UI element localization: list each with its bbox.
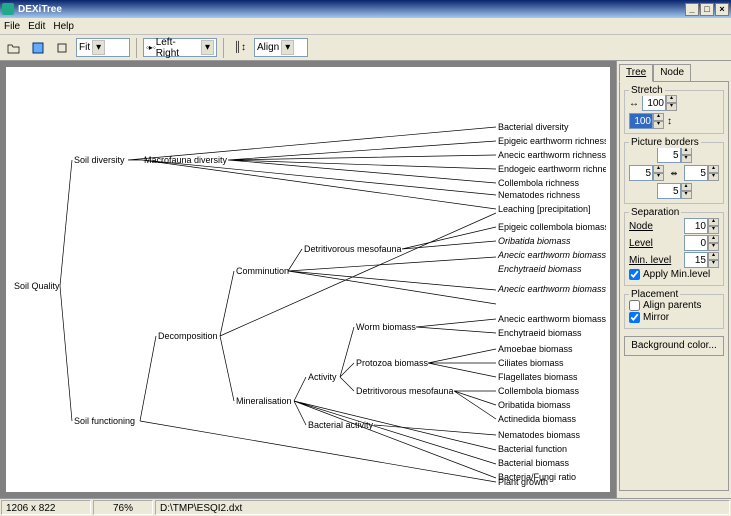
svg-text:Macrofauna diversity: Macrofauna diversity (144, 155, 228, 165)
svg-text:Oribatida biomass: Oribatida biomass (498, 400, 571, 410)
chevron-down-icon[interactable]: ▾ (201, 40, 214, 55)
svg-text:Bacterial activity: Bacterial activity (308, 420, 374, 430)
svg-text:Bacterial biomass: Bacterial biomass (498, 458, 570, 468)
svg-text:Ciliates biomass: Ciliates biomass (498, 358, 564, 368)
svg-text:Mineralisation: Mineralisation (236, 396, 292, 406)
sep-min[interactable]: ▴▾ (684, 252, 719, 268)
svg-text:Flagellates biomass: Flagellates biomass (498, 372, 578, 382)
svg-text:Activity: Activity (308, 372, 337, 382)
stretch-h-icon: ↔ (629, 98, 639, 109)
apply-min-checkbox[interactable]: Apply Min.level (629, 269, 719, 280)
titlebar: DEXiTree _ □ × (0, 0, 731, 18)
svg-text:Enchytraeid biomass: Enchytraeid biomass (498, 264, 582, 274)
borders-group: Picture borders ▴▾ ▴▾ ⇹ ▴▾ ▴▾ (624, 142, 724, 204)
svg-text:Oribatida biomass: Oribatida biomass (498, 236, 571, 246)
stretch-v-icon: ↕ (667, 116, 672, 127)
open-icon[interactable] (4, 38, 24, 58)
tab-tree[interactable]: Tree (619, 64, 653, 82)
mirror-checkbox[interactable]: Mirror (629, 312, 719, 323)
align-icon[interactable]: ║↕ (230, 38, 250, 58)
border-diagram-icon: ⇹ (671, 169, 678, 178)
svg-text:Worm biomass: Worm biomass (356, 322, 416, 332)
border-top[interactable]: ▴▾ (657, 147, 692, 163)
menu-edit[interactable]: Edit (28, 21, 45, 32)
svg-text:Bacterial diversity: Bacterial diversity (498, 122, 569, 132)
status-zoom: 76% (93, 500, 153, 515)
tree-canvas[interactable]: Soil Quality Soil diversity Macrofauna d… (6, 67, 610, 492)
svg-text:Collembola richness: Collembola richness (498, 178, 580, 188)
svg-text:Epigeic earthworm richness: Epigeic earthworm richness (498, 136, 606, 146)
svg-text:Enchytraeid biomass: Enchytraeid biomass (498, 328, 582, 338)
stretch-x-input[interactable]: ▴▾ (642, 95, 677, 111)
svg-text:Nematodes biomass: Nematodes biomass (498, 430, 581, 440)
layout-select[interactable]: ◦▸◦ Left-Right▾ (143, 38, 217, 57)
toggle-icon[interactable] (52, 38, 72, 58)
svg-text:Comminution: Comminution (236, 266, 289, 276)
align-select[interactable]: Align▾ (254, 38, 308, 57)
svg-text:Soil diversity: Soil diversity (74, 155, 125, 165)
bg-color-button[interactable]: Background color... (624, 336, 724, 356)
svg-text:Anecic earthworm biomass: Anecic earthworm biomass (498, 314, 606, 324)
svg-text:Nematodes richness: Nematodes richness (498, 190, 581, 200)
chevron-down-icon[interactable]: ▾ (92, 40, 105, 55)
menu-file[interactable]: File (4, 21, 20, 32)
border-bottom[interactable]: ▴▾ (657, 183, 692, 199)
svg-text:Anecic earthworm richness: Anecic earthworm richness (498, 150, 606, 160)
tab-node[interactable]: Node (653, 64, 691, 82)
svg-text:Actinedida biomass: Actinedida biomass (498, 414, 577, 424)
statusbar: 1206 x 822 76% D:\TMP\ESQI2.dxt (0, 498, 731, 516)
svg-text:Bacterial function: Bacterial function (498, 444, 567, 454)
sep-node[interactable]: ▴▾ (684, 218, 719, 234)
canvas-area: Soil Quality Soil diversity Macrofauna d… (0, 61, 616, 498)
svg-text:Detritivorous mesofauna: Detritivorous mesofauna (356, 386, 454, 396)
svg-text:Detritivorous mesofauna: Detritivorous mesofauna (304, 244, 402, 254)
separation-group: Separation Node▴▾ Level▴▾ Min. level▴▾ A… (624, 212, 724, 286)
menu-help[interactable]: Help (53, 21, 74, 32)
align-parents-checkbox[interactable]: Align parents (629, 300, 719, 311)
border-right[interactable]: ▴▾ (684, 165, 719, 181)
svg-text:Protozoa biomass: Protozoa biomass (356, 358, 429, 368)
svg-text:Endogeic earthworm richness: Endogeic earthworm richness (498, 164, 606, 174)
toolbar: Fit▾ ◦▸◦ Left-Right▾ ║↕ Align▾ (0, 35, 731, 61)
save-icon[interactable] (28, 38, 48, 58)
stretch-group: Stretch ↔ ▴▾ ▴▾ ↕ (624, 90, 724, 134)
svg-text:Collembola biomass: Collembola biomass (498, 386, 580, 396)
svg-text:Soil functioning: Soil functioning (74, 416, 135, 426)
close-button[interactable]: × (715, 3, 729, 16)
svg-text:Leaching [precipitation]: Leaching [precipitation] (498, 204, 591, 214)
svg-text:Amoebae biomass: Amoebae biomass (498, 344, 573, 354)
maximize-button[interactable]: □ (700, 3, 714, 16)
side-panel: Tree Node Stretch ↔ ▴▾ ▴▾ ↕ Picture bord… (616, 61, 731, 498)
stretch-y-input[interactable]: ▴▾ (629, 113, 664, 129)
border-left[interactable]: ▴▾ (629, 165, 664, 181)
svg-text:Decomposition: Decomposition (158, 331, 218, 341)
placement-group: Placement Align parents Mirror (624, 294, 724, 329)
app-icon (2, 3, 14, 15)
svg-text:Epigeic collembola biomass: Epigeic collembola biomass (498, 222, 606, 232)
menubar: File Edit Help (0, 18, 731, 35)
svg-text:Anecic earthworm biomass: Anecic earthworm biomass (497, 284, 606, 294)
chevron-down-icon[interactable]: ▾ (281, 40, 294, 55)
sep-level[interactable]: ▴▾ (684, 235, 719, 251)
svg-text:Anecic earthworm biomass: Anecic earthworm biomass (497, 250, 606, 260)
window-title: DEXiTree (18, 4, 62, 15)
status-path: D:\TMP\ESQI2.dxt (155, 500, 730, 515)
svg-text:Soil Quality: Soil Quality (14, 281, 60, 291)
zoom-select[interactable]: Fit▾ (76, 38, 130, 57)
status-dims: 1206 x 822 (1, 500, 91, 515)
svg-text:Plant growth: Plant growth (498, 477, 548, 487)
minimize-button[interactable]: _ (685, 3, 699, 16)
